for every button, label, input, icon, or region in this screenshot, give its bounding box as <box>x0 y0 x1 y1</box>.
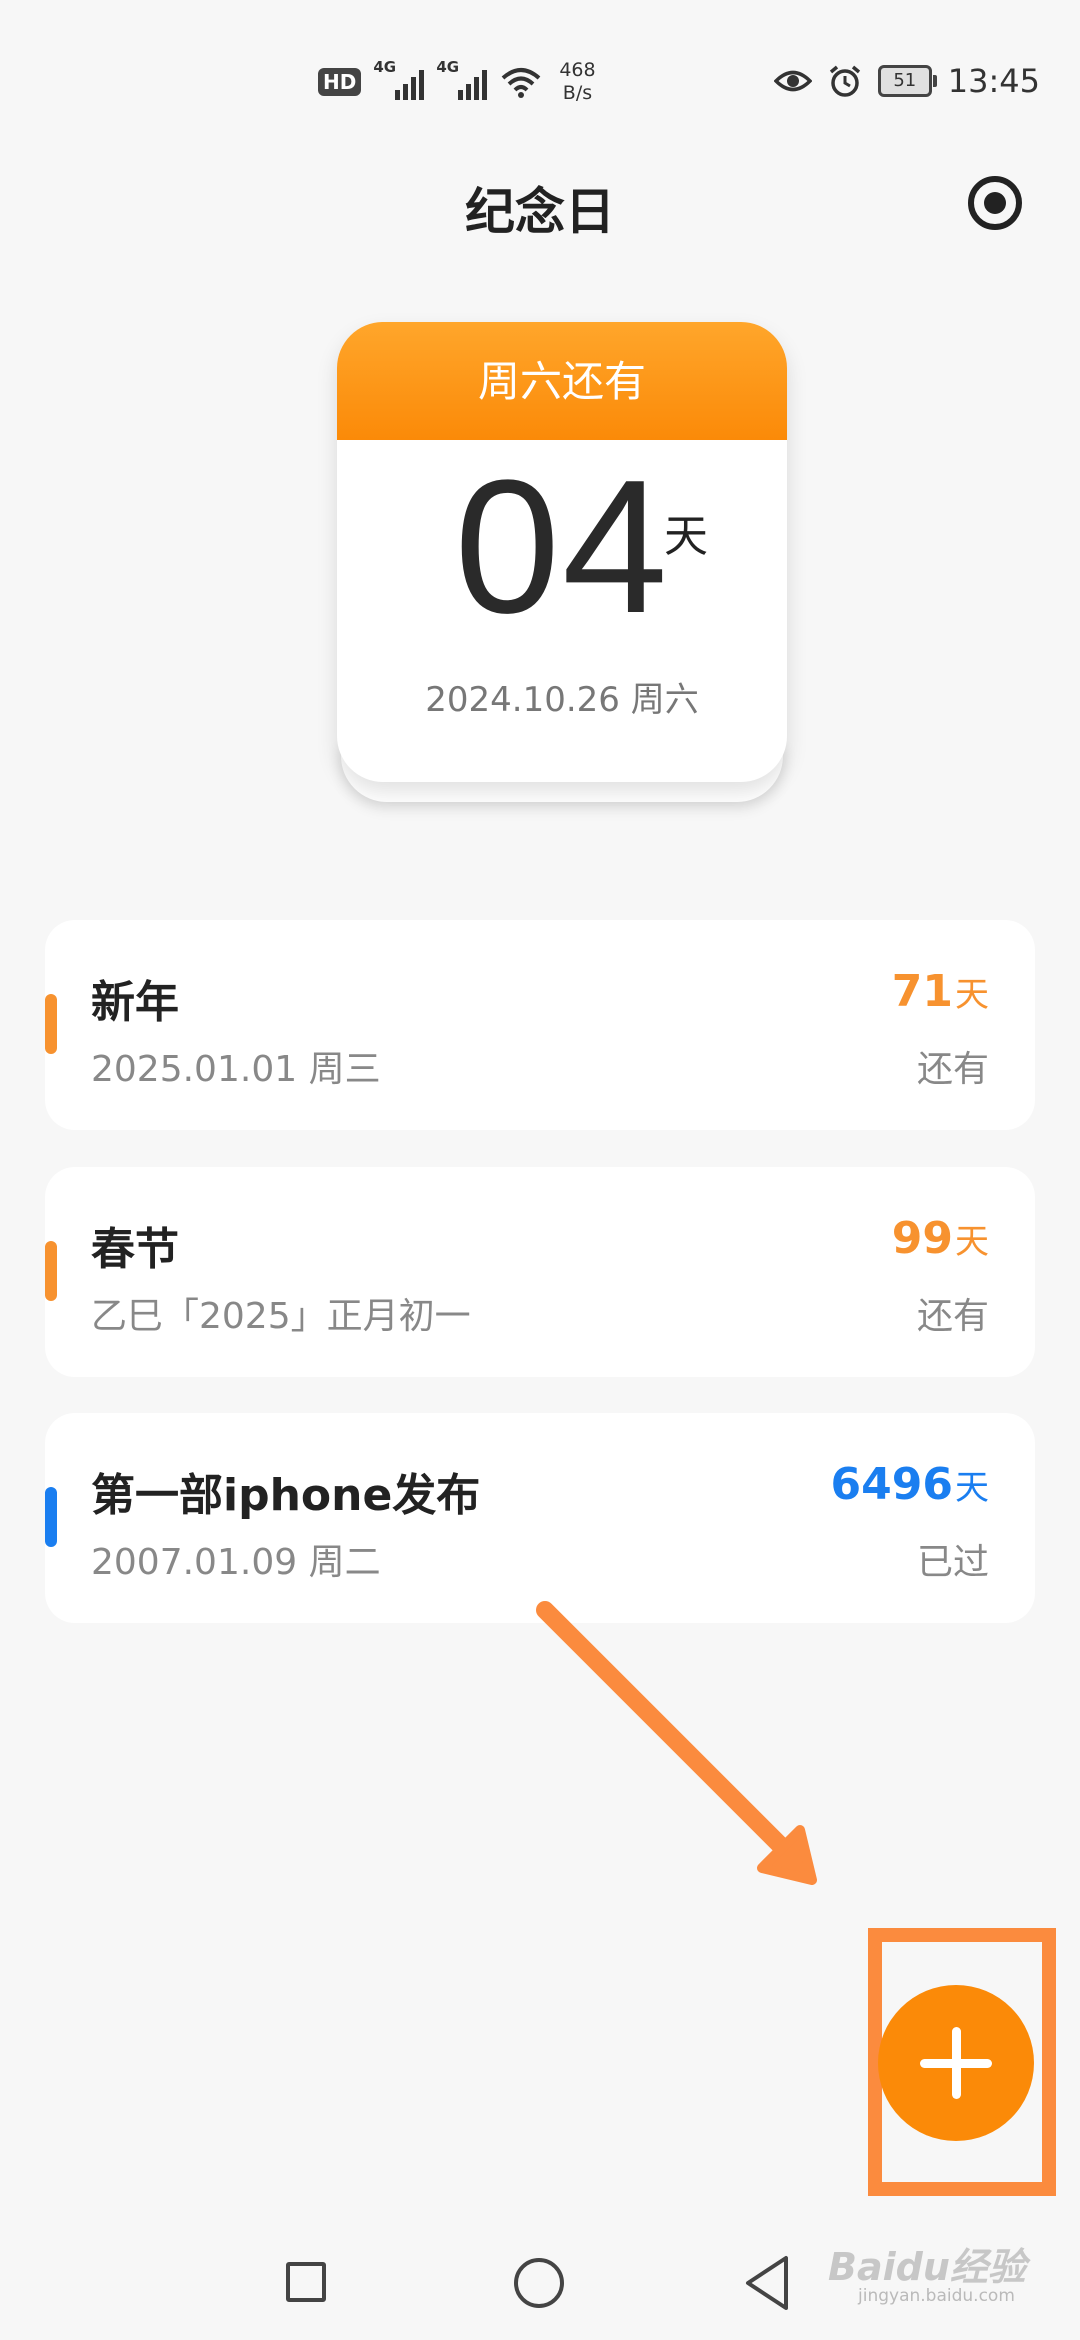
event-accent-bar <box>45 1241 57 1301</box>
home-circle-icon[interactable] <box>514 2258 564 2308</box>
page-title: 纪念日 <box>465 183 615 241</box>
network-type-label: 4G <box>436 58 460 76</box>
cellular-signal-icon: 4G <box>436 58 488 100</box>
target-icon[interactable] <box>968 176 1022 230</box>
watermark-url: jingyan.baidu.com <box>858 2286 1015 2306</box>
countdown-days: 04 <box>454 441 670 653</box>
event-count-value: 99 <box>891 1213 953 1264</box>
network-speed-value: 468 <box>559 59 596 81</box>
event-date: 乙巳「2025」正月初一 <box>91 1296 471 1337</box>
event-accent-bar <box>45 994 57 1054</box>
event-name: 春节 <box>91 1224 179 1275</box>
status-time: 13:45 <box>947 62 1040 100</box>
countdown-date: 2024.10.26 周六 <box>425 680 699 720</box>
target-dot <box>984 192 1006 214</box>
event-count-unit: 天 <box>955 975 989 1015</box>
add-event-button[interactable] <box>878 1985 1034 2141</box>
featured-countdown-card[interactable]: 周六还有 04 天 2024.10.26 周六 <box>337 322 787 802</box>
eye-icon <box>773 70 812 92</box>
event-date: 2025.01.01 周三 <box>91 1049 381 1090</box>
event-day-count: 6496天 <box>831 1459 989 1510</box>
recents-square-icon[interactable] <box>286 2262 326 2302</box>
wifi-icon <box>502 68 541 98</box>
hd-icon: HD <box>318 68 362 96</box>
event-card[interactable]: 第一部iphone发布 2007.01.09 周二 6496天 已过 <box>45 1413 1035 1623</box>
status-left: HD 4G 4G 468 B/s <box>318 52 596 112</box>
event-name: 新年 <box>91 977 179 1028</box>
event-card[interactable]: 新年 2025.01.01 周三 71天 还有 <box>45 920 1035 1130</box>
status-bar: HD 4G 4G 468 B/s 51 13:45 <box>0 0 1080 150</box>
status-right: 51 13:45 <box>773 56 1040 106</box>
event-accent-bar <box>45 1487 57 1547</box>
event-day-count: 99天 <box>892 1213 989 1264</box>
back-triangle-icon[interactable] <box>742 2254 792 2312</box>
event-status: 还有 <box>916 1296 989 1337</box>
event-count-value: 6496 <box>830 1459 953 1510</box>
alarm-icon <box>829 65 860 97</box>
countdown-label: 周六还有 <box>337 322 787 440</box>
watermark-logo: Baidu经验 <box>828 2245 1026 2289</box>
event-day-count: 71天 <box>892 966 989 1017</box>
plus-icon-vertical <box>951 2027 961 2099</box>
battery-icon: 51 <box>877 65 937 97</box>
event-status: 还有 <box>916 1049 989 1090</box>
countdown-unit: 天 <box>664 511 708 562</box>
event-name: 第一部iphone发布 <box>91 1470 481 1521</box>
network-speed: 468 B/s <box>559 59 595 105</box>
event-date: 2007.01.09 周二 <box>91 1542 381 1583</box>
event-count-unit: 天 <box>955 1222 989 1262</box>
network-speed-unit: B/s <box>562 82 593 104</box>
event-card[interactable]: 春节 乙巳「2025」正月初一 99天 还有 <box>45 1167 1035 1377</box>
event-status: 已过 <box>916 1542 989 1583</box>
event-count-unit: 天 <box>955 1468 989 1508</box>
calendar-card: 周六还有 04 天 2024.10.26 周六 <box>337 322 787 782</box>
network-type-label: 4G <box>373 58 397 76</box>
cellular-signal-icon: 4G <box>373 58 425 100</box>
event-count-value: 71 <box>891 966 953 1017</box>
